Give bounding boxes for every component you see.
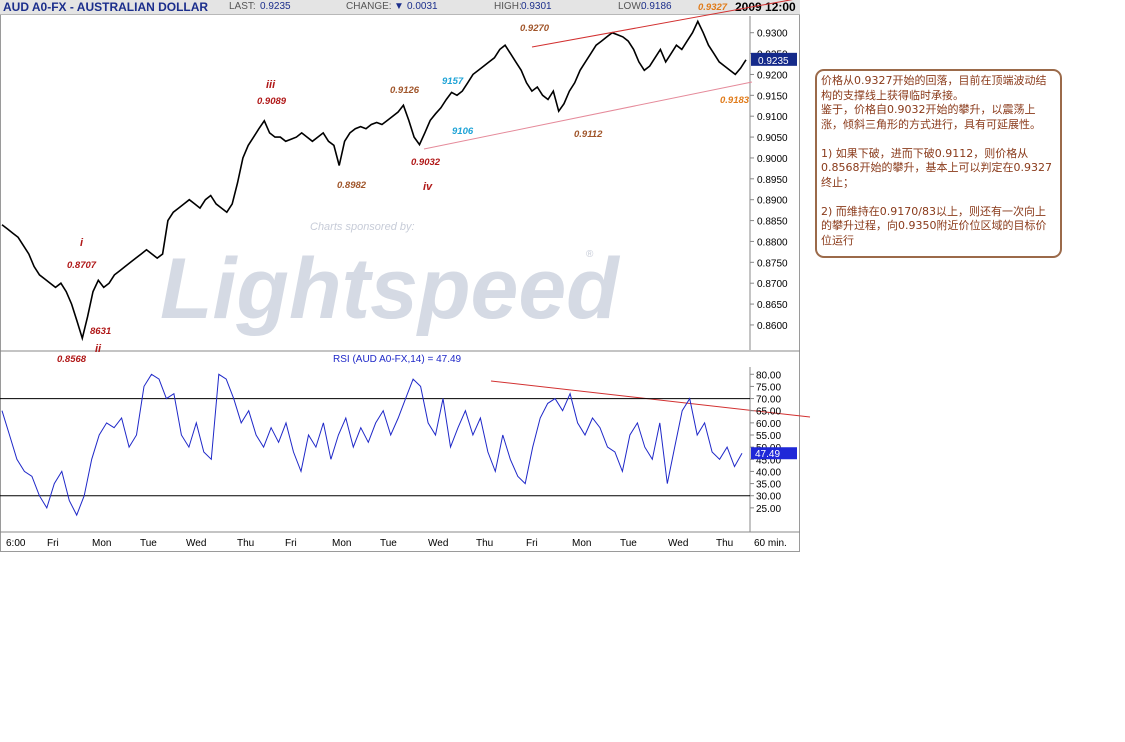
time-tick-label: Fri	[526, 538, 538, 549]
wave-label: 0.9089	[257, 96, 287, 107]
price-tick-label: 0.8900	[757, 196, 788, 207]
note-paragraph	[821, 190, 1056, 205]
rsi-tick-label: 55.00	[756, 431, 781, 442]
price-tick-label: 0.9050	[757, 133, 788, 144]
note-paragraph: 价格从0.9327开始的回落，目前在顶端波动结构的支撑线上获得临时承接。	[821, 74, 1047, 102]
time-tick-label: Fri	[47, 538, 59, 549]
time-tick-label: Mon	[332, 538, 351, 549]
wave-label: 0.8568	[57, 354, 87, 365]
wave-label: ii	[95, 343, 102, 355]
wave-label: iv	[423, 181, 433, 193]
wave-label: 0.9183	[720, 95, 750, 106]
wave-label: 9106	[452, 126, 474, 137]
time-tick-label: Thu	[237, 538, 254, 549]
wave-label: 0.8982	[337, 180, 367, 191]
lightspeed-logo: Lightspeed	[160, 241, 620, 337]
rsi-tick-label: 80.00	[756, 370, 781, 381]
note-paragraph	[821, 132, 1056, 147]
note-paragraph: 鉴于，价格自0.9032开始的攀升，以震荡上涨，倾斜三角形的方式进行，具有可延展…	[821, 103, 1041, 131]
rsi-tick-label: 65.00	[756, 407, 781, 418]
price-tick-label: 0.8650	[757, 300, 788, 311]
time-tick-label: Thu	[716, 538, 733, 549]
time-tick-label: Wed	[668, 538, 688, 549]
wave-label: 0.8707	[67, 260, 97, 271]
rsi-axis: RSI (AUD A0-FX,14) = 47.49 80.0075.00 70.0…	[0, 354, 781, 532]
rsi-tick-label: 35.00	[756, 480, 781, 491]
wave-label: i	[80, 237, 84, 249]
rsi-tick-label: 75.00	[756, 382, 781, 393]
time-axis: 6:00 Fri Mon Tue Wed Thu Fri Mon Tue Wed Thu Fri Mon…	[0, 531, 800, 549]
time-tick-label: Thu	[476, 538, 493, 549]
wave-label: 0.9270	[520, 23, 550, 34]
time-tick-label: 6:00	[6, 538, 26, 549]
wave-label: 9157	[442, 76, 464, 87]
rsi-tick-label: 30.00	[756, 492, 781, 503]
rsi-title: RSI (AUD A0-FX,14) = 47.49	[333, 354, 462, 365]
current-rsi-label: 47.49	[755, 449, 780, 460]
current-price-label: 0.9235	[758, 56, 789, 67]
time-tick-label: Wed	[428, 538, 448, 549]
wave-label: 8631	[90, 326, 111, 337]
note-paragraph: 1) 如果下破，进而下破0.9112，则价格从0.8568开始的攀升，基本上可以…	[821, 146, 1052, 189]
price-tick-label: 0.8750	[757, 258, 788, 269]
wave-label: 0.9112	[574, 129, 603, 140]
time-tick-label: Tue	[380, 538, 397, 549]
price-tick-label: 0.8800	[757, 237, 788, 248]
rsi-tick-label: 25.00	[756, 504, 781, 515]
wave-label: 0.9327	[698, 2, 728, 13]
time-tick-label: Tue	[140, 538, 157, 549]
price-tick-label: 0.8850	[757, 217, 788, 228]
price-tick-label: 0.8600	[757, 321, 788, 332]
analysis-note: 价格从0.9327开始的回落，目前在顶端波动结构的支撑线上获得临时承接。 鉴于，价…	[815, 69, 1062, 258]
price-tick-label: 0.9100	[757, 112, 788, 123]
rsi-series: 47.49	[1, 373, 797, 517]
registered-mark: ®	[586, 249, 594, 260]
time-tick-label: Tue	[620, 538, 637, 549]
rsi-tick-label: 40.00	[756, 467, 781, 478]
sponsor-text: Charts sponsored by:	[310, 221, 415, 233]
time-tick-label: Wed	[186, 538, 206, 549]
rsi-tick-label: 70.00	[756, 395, 781, 406]
wave-label: iii	[266, 79, 276, 91]
price-tick-label: 0.9150	[757, 91, 788, 102]
note-paragraph: 2) 而维持在0.9170/83以上，则还有一次向上的攀升过程，向0.9350附…	[821, 204, 1047, 247]
rsi-tick-label: 60.00	[756, 419, 781, 430]
price-tick-label: 0.8700	[757, 279, 788, 290]
wave-label: 0.9032	[411, 157, 441, 168]
price-tick-label: 0.8950	[757, 175, 788, 186]
time-tick-label: Mon	[92, 538, 111, 549]
price-tick-label: 0.9300	[757, 29, 788, 40]
wave-label: 0.9126	[390, 85, 420, 96]
time-tick-label: 60 min.	[754, 538, 787, 549]
price-tick-label: 0.9200	[757, 70, 788, 81]
rsi-line	[1, 373, 743, 517]
time-tick-label: Mon	[572, 538, 591, 549]
time-tick-label: Fri	[285, 538, 297, 549]
price-tick-label: 0.9000	[757, 154, 788, 165]
upper-trendline	[531, 0, 793, 48]
